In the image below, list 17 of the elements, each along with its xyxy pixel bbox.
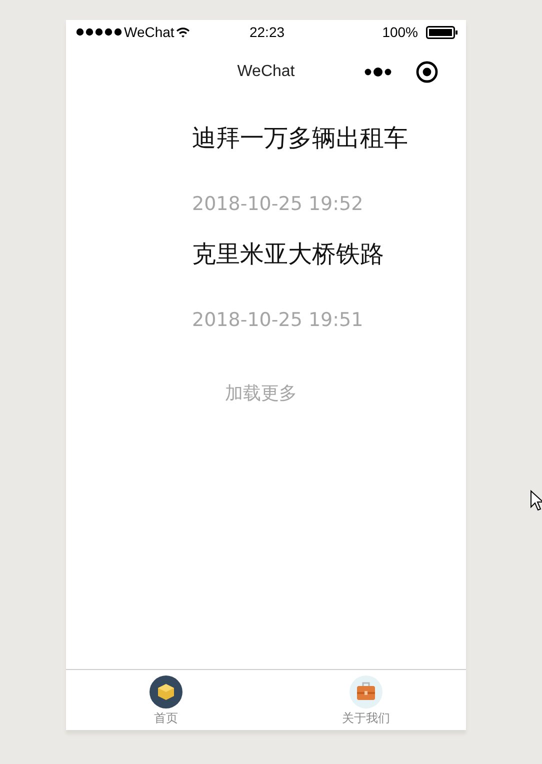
battery-icon <box>426 26 458 38</box>
load-more-link[interactable]: 加载更多 <box>225 382 297 406</box>
article-title[interactable]: 克里米亚大桥铁路 <box>192 237 384 271</box>
signal-icon <box>76 28 122 36</box>
wifi-icon <box>176 26 190 38</box>
carrier-name: WeChat <box>124 24 174 40</box>
clock-time: 22:23 <box>249 24 285 40</box>
article-date: 2018-10-25 19:52 <box>192 192 364 217</box>
tab-label[interactable]: 关于我们 <box>342 710 390 727</box>
article-date: 2018-10-25 19:51 <box>192 308 364 333</box>
nav-title: WeChat <box>237 63 295 81</box>
tab-label[interactable]: 首页 <box>154 710 178 727</box>
mouse-pointer-icon <box>530 490 542 512</box>
battery-percent: 100% <box>382 24 418 40</box>
more-icon[interactable] <box>364 67 392 77</box>
article-title[interactable]: 迪拜一万多辆出租车 <box>192 121 408 155</box>
close-target-icon[interactable] <box>416 61 438 83</box>
